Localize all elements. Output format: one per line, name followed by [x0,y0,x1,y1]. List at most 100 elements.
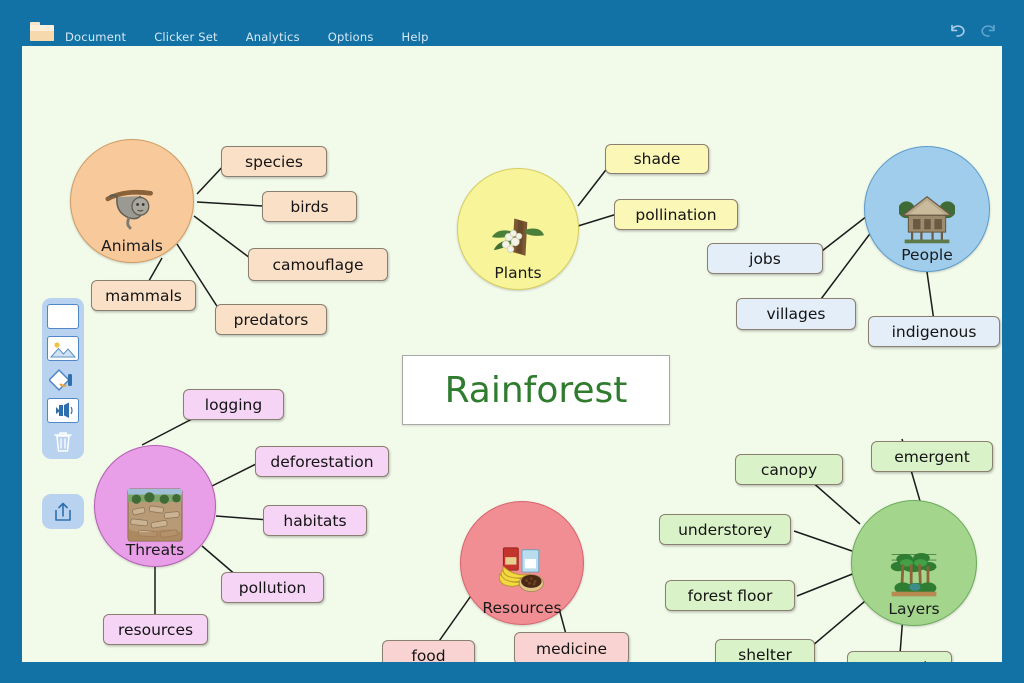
menu-item-options[interactable]: Options [325,29,377,45]
rainforest-trees-image [886,547,942,601]
hub-label-layers: Layers [888,599,940,618]
leaf-label: emergent [894,447,970,466]
leaf-label: predators [233,310,309,329]
new-cell-tool[interactable] [47,304,79,329]
redo-icon[interactable] [980,22,998,38]
leaf-node-pollination[interactable]: pollination [614,199,738,230]
leaf-label: mammals [105,286,182,305]
hub-node-resources[interactable]: Resources [460,501,584,625]
leaf-node-camouflage[interactable]: camouflage [248,248,388,281]
menu-item-analytics[interactable]: Analytics [243,29,303,45]
leaf-label: indigenous [891,322,977,341]
hub-label-people: People [901,245,953,264]
connector-line [793,530,853,552]
share-tool[interactable] [48,500,78,523]
leaf-node-resources[interactable]: resources [103,614,208,645]
leaf-node-canopy[interactable]: canopy [735,454,843,485]
connector-line [196,201,264,207]
image-icon [50,339,76,358]
leaf-node-shelter[interactable]: shelter [715,639,815,662]
leaf-label: camouflage [272,255,364,274]
share-upload-icon [55,502,71,521]
leaf-node-medicine[interactable]: medicine [514,632,629,662]
hub-node-threats[interactable]: Threats [94,445,216,567]
speaker-icon [50,401,76,420]
hub-label-threats: Threats [125,540,185,559]
hub-label-animals: Animals [101,236,163,255]
food-items-image [494,546,550,600]
leaf-node-deforestation[interactable]: deforestation [255,446,389,477]
hub-node-layers[interactable]: Layers [851,500,977,626]
hub-label-plants: Plants [494,263,542,282]
flowering-branch-image [491,217,545,256]
leaf-label: food [411,647,446,662]
hub-label-resources: Resources [482,598,562,617]
leaf-label: pollution [238,578,307,597]
paint-fill-icon [49,368,72,391]
delete-tool[interactable] [48,430,78,453]
leaf-label: pollination [635,205,717,224]
connector-line [926,271,935,322]
leaf-node-species[interactable]: species [221,146,327,177]
leaf-node-habitats[interactable]: habitats [263,505,367,536]
leaf-node-understorey[interactable]: understorey [659,514,791,545]
leaf-label: support [870,658,930,663]
leaf-node-mammals[interactable]: mammals [91,280,196,311]
leaf-label: resources [117,620,194,639]
food-items-image [498,546,544,592]
sloth-image [104,184,160,238]
connector-line [577,213,618,227]
leaf-node-shade[interactable]: shade [605,144,709,174]
leaf-node-jobs[interactable]: jobs [707,243,823,274]
leaf-node-villages[interactable]: villages [736,298,856,330]
paint-tool[interactable] [48,368,78,391]
picture-tool[interactable] [47,336,79,361]
connector-line [193,215,255,262]
leaf-node-birds[interactable]: birds [262,191,357,222]
leaf-label: birds [290,197,329,216]
deforestation-photo [127,487,183,542]
tool-palette [42,298,84,459]
leaf-node-indigenous[interactable]: indigenous [868,316,1000,347]
menu-item-clicker-set[interactable]: Clicker Set [151,29,221,45]
flowering-branch-image [490,211,546,265]
rainforest-trees-image [890,552,937,596]
leaf-node-logging[interactable]: logging [183,389,284,420]
leaf-label: jobs [749,249,781,268]
hub-node-animals[interactable]: Animals [70,139,194,263]
leaf-node-emergent[interactable]: emergent [871,441,993,472]
connector-line [796,570,861,597]
undo-redo-group [948,22,998,38]
menu-item-list: Document Clicker Set Analytics Options H… [62,29,432,45]
hub-node-people[interactable]: People [864,146,990,272]
leaf-label: species [245,152,303,171]
menu-bar: Document Clicker Set Analytics Options H… [0,0,1024,48]
share-panel [42,494,84,529]
sound-tool[interactable] [47,398,79,423]
leaf-node-predators[interactable]: predators [215,304,327,335]
undo-icon[interactable] [948,22,966,38]
menu-item-help[interactable]: Help [399,29,432,45]
hub-node-plants[interactable]: Plants [457,168,579,290]
leaf-label: villages [766,305,826,323]
deforestation-photo [127,487,183,542]
leaf-node-forest-floor[interactable]: forest floor [665,580,795,611]
leaf-node-support[interactable]: support [847,651,952,662]
leaf-label: understorey [678,520,772,539]
central-topic-rainforest[interactable]: Rainforest [402,355,670,425]
trash-icon [54,432,72,452]
connector-line [215,515,270,521]
leaf-label: habitats [283,511,347,530]
leaf-label: deforestation [270,452,374,471]
leaf-label: logging [204,395,263,414]
leaf-label: shelter [738,645,792,663]
leaf-node-pollution[interactable]: pollution [221,572,324,603]
folder-icon[interactable] [30,22,54,41]
leaf-label: canopy [760,460,818,479]
mindmap-canvas[interactable]: Animals species birds camouflage mammals pred… [22,46,1002,662]
leaf-label: shade [633,150,681,168]
leaf-label: forest floor [687,586,773,605]
leaf-node-food[interactable]: food [382,640,475,662]
clicker-app-window: Document Clicker Set Analytics Options H… [0,0,1024,683]
menu-item-document[interactable]: Document [62,29,129,45]
